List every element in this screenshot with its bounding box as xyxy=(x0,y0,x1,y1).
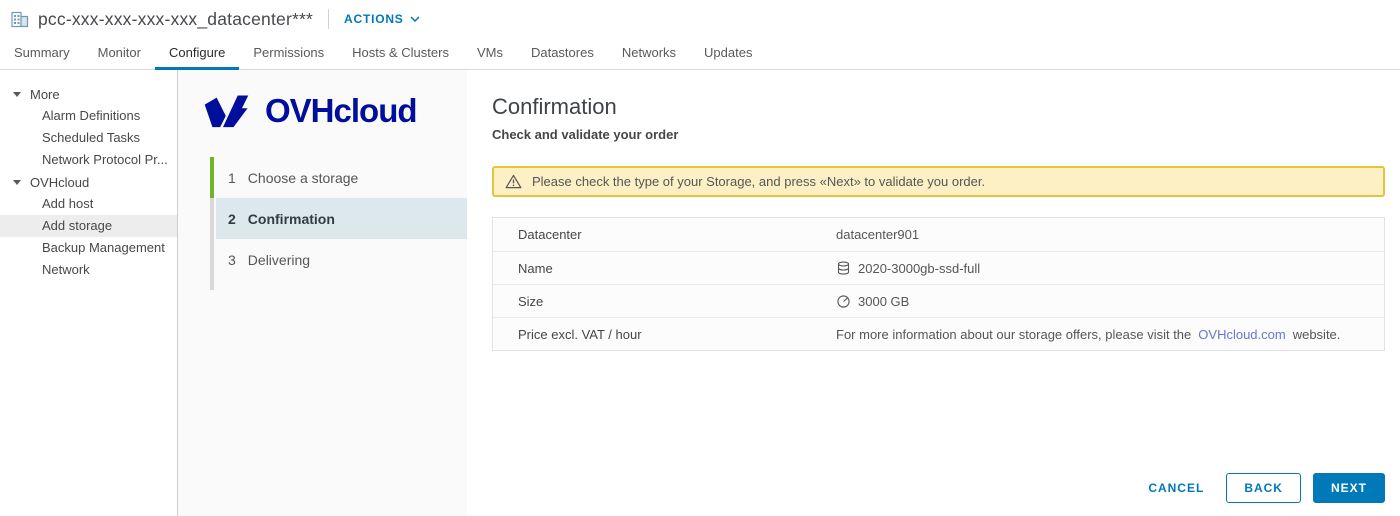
caret-down-icon xyxy=(13,180,21,185)
wizard-steps: 1 Choose a storage 2 Confirmation 3 Deli… xyxy=(178,157,467,280)
tab-updates[interactable]: Updates xyxy=(690,38,766,70)
actions-button[interactable]: ACTIONS xyxy=(344,12,420,26)
sidebar-item-alarm-definitions[interactable]: Alarm Definitions xyxy=(0,105,177,127)
row-label: Price excl. VAT / hour xyxy=(493,327,836,342)
tab-bar: Summary Monitor Configure Permissions Ho… xyxy=(0,38,1400,70)
tab-networks[interactable]: Networks xyxy=(608,38,690,70)
sidebar-item-scheduled-tasks[interactable]: Scheduled Tasks xyxy=(0,127,177,149)
wizard-step-delivering[interactable]: 3 Delivering xyxy=(216,239,467,280)
app-window: pcc-xxx-xxx-xxx-xxx_datacenter*** ACTION… xyxy=(0,0,1400,516)
table-row-size: Size 3000 GB xyxy=(493,284,1384,317)
tab-monitor[interactable]: Monitor xyxy=(84,38,155,70)
datacenter-icon xyxy=(10,10,30,29)
caret-down-icon xyxy=(13,92,21,97)
sidebar-group-more[interactable]: More xyxy=(0,83,177,105)
header-divider xyxy=(328,9,329,29)
sidebar-group-label: OVHcloud xyxy=(30,175,89,190)
sidebar-item-network-protocol[interactable]: Network Protocol Pr... xyxy=(0,149,177,171)
wizard-step-choose-storage[interactable]: 1 Choose a storage xyxy=(216,157,467,198)
capacity-icon xyxy=(836,294,851,309)
row-value-suffix: website. xyxy=(1293,327,1341,342)
tab-hosts-clusters[interactable]: Hosts & Clusters xyxy=(338,38,463,70)
cancel-button[interactable]: CANCEL xyxy=(1138,473,1214,503)
ovhcloud-logo-text: OVHcloud xyxy=(265,92,417,130)
configure-sidebar: More Alarm Definitions Scheduled Tasks N… xyxy=(0,70,178,516)
step-label: Choose a storage xyxy=(248,170,359,186)
sidebar-group-label: More xyxy=(30,87,60,102)
order-summary-table: Datacenter datacenter901 Name 2020-3000g… xyxy=(492,217,1385,351)
object-header: pcc-xxx-xxx-xxx-xxx_datacenter*** ACTION… xyxy=(0,0,1400,38)
warning-text: Please check the type of your Storage, a… xyxy=(532,174,985,189)
sidebar-group-ovhcloud[interactable]: OVHcloud xyxy=(0,171,177,193)
tab-datastores[interactable]: Datastores xyxy=(517,38,608,70)
sidebar-item-add-host[interactable]: Add host xyxy=(0,193,177,215)
chevron-down-icon xyxy=(410,16,420,22)
step-title: Confirmation xyxy=(492,94,1385,120)
next-button[interactable]: NEXT xyxy=(1313,473,1385,503)
wizard-main: Confirmation Check and validate your ord… xyxy=(467,70,1400,516)
tab-summary[interactable]: Summary xyxy=(0,38,84,70)
step-number: 3 xyxy=(228,252,236,268)
content-area: More Alarm Definitions Scheduled Tasks N… xyxy=(0,70,1400,516)
row-label: Size xyxy=(493,294,836,309)
tab-vms[interactable]: VMs xyxy=(463,38,517,70)
datastore-icon xyxy=(836,261,851,276)
wizard-panel: OVHcloud 1 Choose a storage 2 Confirmati… xyxy=(178,70,467,516)
row-value: 3000 GB xyxy=(858,294,909,309)
sidebar-item-network[interactable]: Network xyxy=(0,259,177,281)
row-value-prefix: For more information about our storage o… xyxy=(836,327,1191,342)
row-label: Datacenter xyxy=(493,227,836,242)
step-label: Delivering xyxy=(248,252,310,268)
table-row-datacenter: Datacenter datacenter901 xyxy=(493,218,1384,251)
warning-icon xyxy=(505,174,522,189)
table-row-price: Price excl. VAT / hour For more informat… xyxy=(493,317,1384,350)
sidebar-item-backup-management[interactable]: Backup Management xyxy=(0,237,177,259)
page-title: pcc-xxx-xxx-xxx-xxx_datacenter*** xyxy=(38,9,313,30)
ovhcloud-link[interactable]: OVHcloud.com xyxy=(1198,327,1285,342)
ovhcloud-logo: OVHcloud xyxy=(204,92,467,130)
tab-permissions[interactable]: Permissions xyxy=(239,38,338,70)
step-number: 1 xyxy=(228,170,236,186)
row-value: datacenter901 xyxy=(836,227,919,242)
step-progress-rail xyxy=(210,198,214,290)
warning-banner: Please check the type of your Storage, a… xyxy=(492,166,1385,197)
step-subtitle: Check and validate your order xyxy=(492,127,1385,142)
tab-configure[interactable]: Configure xyxy=(155,38,239,70)
back-button[interactable]: BACK xyxy=(1226,473,1301,503)
sidebar-item-add-storage[interactable]: Add storage xyxy=(0,215,177,237)
actions-label: ACTIONS xyxy=(344,12,404,26)
wizard-footer: CANCEL BACK NEXT xyxy=(1138,473,1385,503)
row-label: Name xyxy=(493,261,836,276)
step-progress-rail-done xyxy=(210,157,214,198)
step-number: 2 xyxy=(228,211,236,227)
step-label: Confirmation xyxy=(248,211,335,227)
row-value: 2020-3000gb-ssd-full xyxy=(858,261,980,276)
wizard-step-confirmation[interactable]: 2 Confirmation xyxy=(216,198,467,239)
ovhcloud-logo-icon xyxy=(204,92,256,130)
table-row-name: Name 2020-3000gb-ssd-full xyxy=(493,251,1384,284)
